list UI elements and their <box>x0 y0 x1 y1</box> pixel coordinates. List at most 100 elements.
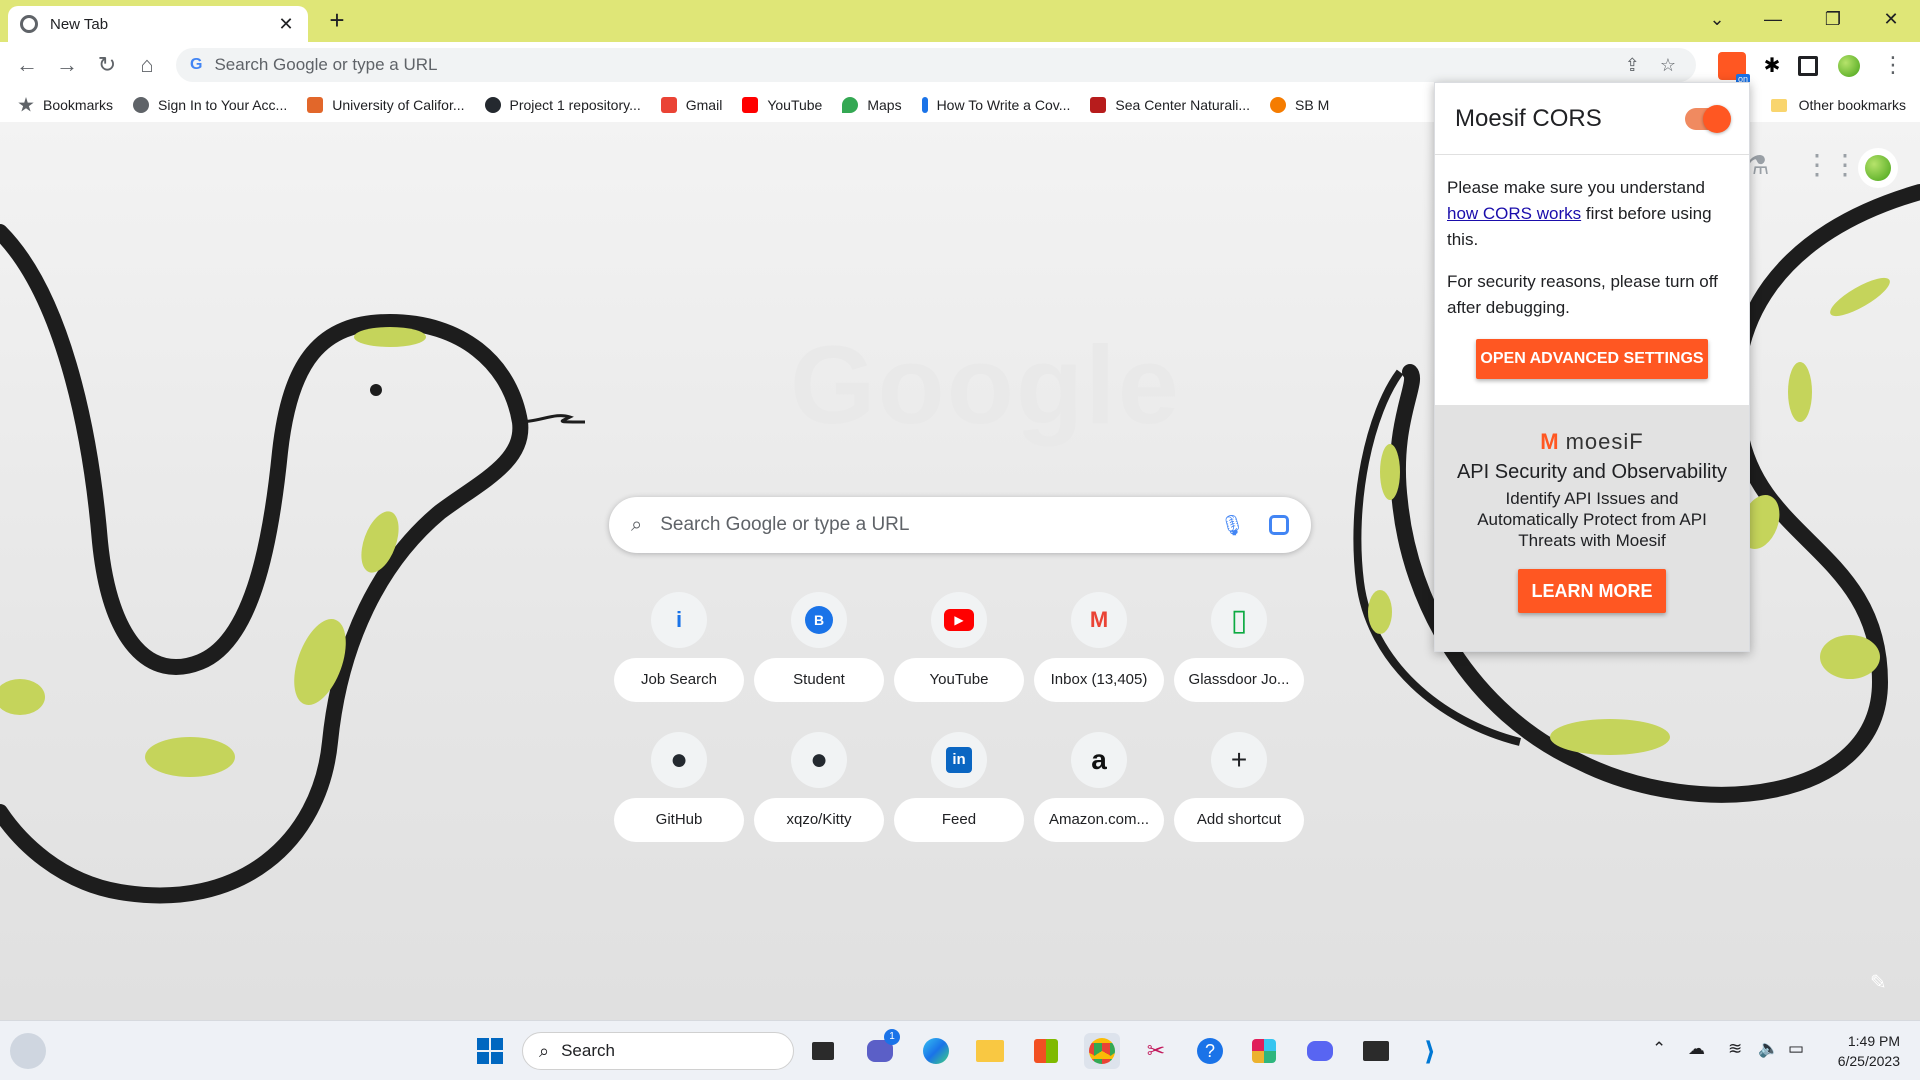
account-avatar[interactable] <box>1858 148 1898 188</box>
shortcut-tile[interactable]: in Feed <box>894 732 1024 852</box>
terminal-icon[interactable] <box>1358 1033 1394 1069</box>
amazon-icon: a <box>1071 732 1127 788</box>
toggle-knob <box>1703 104 1731 133</box>
windows-taskbar: ⌕ Search 1 ✂ ? ⟩ ⌃ ☁ ≋ 🔈 ▭ 1:49 PM 6/25/… <box>0 1020 1920 1080</box>
folder-icon <box>1770 98 1787 112</box>
bookmark-item[interactable]: Project 1 repository... <box>484 97 641 113</box>
chrome-icon <box>20 15 38 33</box>
bookmark-item[interactable]: SB M <box>1270 97 1329 113</box>
taskbar-search[interactable]: ⌕ Search <box>522 1032 794 1070</box>
popup-body: Please make sure you understand how CORS… <box>1435 155 1749 379</box>
shortcut-label: Glassdoor Jo... <box>1174 658 1304 702</box>
customize-pencil-icon[interactable]: ✎ <box>1870 970 1887 995</box>
bookmark-item[interactable]: Sign In to Your Acc... <box>133 97 287 113</box>
bookmark-label: How To Write a Cov... <box>936 97 1071 113</box>
new-tab-button[interactable]: + <box>322 6 352 36</box>
promo-title: API Security and Observability <box>1456 461 1728 483</box>
reload-button[interactable]: ↻ <box>92 50 122 80</box>
bookmark-item[interactable]: YouTube <box>742 97 822 113</box>
moesif-brand: moesiF <box>1565 429 1644 454</box>
google-apps-icon[interactable]: ⋮⋮ <box>1803 148 1859 181</box>
learn-more-button[interactable]: LEARN MORE <box>1518 569 1666 613</box>
chrome-menu-button[interactable]: ⋮ <box>1878 50 1908 80</box>
profile-avatar[interactable] <box>1838 55 1860 77</box>
moesif-logo: MmoesiF <box>1435 429 1749 455</box>
windows-start-icon[interactable] <box>472 1033 508 1069</box>
bookmark-item[interactable]: Bookmarks <box>18 97 113 113</box>
shortcut-tile[interactable]: i Job Search <box>614 592 744 712</box>
shortcut-tile[interactable]: ▶ YouTube <box>894 592 1024 712</box>
tab-new-tab[interactable]: New Tab ✕ <box>8 6 308 42</box>
help-icon[interactable]: ? <box>1192 1033 1228 1069</box>
side-panel-icon[interactable] <box>1798 56 1818 76</box>
open-advanced-settings-button[interactable]: OPEN ADVANCED SETTINGS <box>1476 339 1708 379</box>
bookmark-item[interactable]: How To Write a Cov... <box>921 97 1071 113</box>
home-button[interactable]: ⌂ <box>132 50 162 80</box>
teams-chat-icon[interactable]: 1 <box>862 1029 900 1069</box>
forward-button[interactable]: → <box>52 50 82 80</box>
slack-icon[interactable] <box>1246 1033 1282 1069</box>
minimize-button[interactable]: — <box>1750 4 1796 34</box>
shortcut-tile[interactable]: ▯ Glassdoor Jo... <box>1174 592 1304 712</box>
bookmark-label: Project 1 repository... <box>509 97 641 113</box>
onedrive-cloud-icon[interactable]: ☁ <box>1688 1039 1705 1059</box>
share-icon[interactable]: ⇪ <box>1625 55 1640 76</box>
back-button[interactable]: ← <box>12 50 42 80</box>
edge-icon[interactable] <box>918 1033 954 1069</box>
star-icon <box>18 97 34 112</box>
lifebuoy-icon <box>1270 97 1287 113</box>
restore-button[interactable]: ❐ <box>1810 4 1856 34</box>
bookmark-item[interactable]: Maps <box>842 97 902 113</box>
shortcut-tile[interactable]: ● GitHub <box>614 732 744 852</box>
volume-icon[interactable]: 🔈 <box>1758 1039 1779 1059</box>
linkedin-icon: in <box>931 732 987 788</box>
task-view-icon[interactable] <box>805 1033 841 1069</box>
cors-toggle[interactable] <box>1685 104 1731 133</box>
popup-header: Moesif CORS <box>1435 83 1749 155</box>
voice-search-icon[interactable]: 🎙 <box>1220 513 1245 538</box>
close-window-button[interactable]: ✕ <box>1868 4 1914 34</box>
globe-icon <box>133 97 150 113</box>
add-shortcut-tile[interactable]: + Add shortcut <box>1174 732 1304 852</box>
bookmark-item[interactable]: University of Califor... <box>307 97 465 113</box>
address-bar[interactable]: G Search Google or type a URL ⇪ ☆ <box>176 48 1696 82</box>
widgets-icon[interactable] <box>10 1033 46 1069</box>
lens-search-icon[interactable] <box>1269 515 1289 535</box>
bookmark-item[interactable]: Gmail <box>660 97 722 113</box>
system-clock[interactable]: 1:49 PM 6/25/2023 <box>1838 1031 1900 1071</box>
gmail-icon <box>660 97 677 113</box>
wifi-icon[interactable]: ≋ <box>1728 1039 1742 1059</box>
discord-icon[interactable] <box>1302 1033 1338 1069</box>
file-explorer-icon[interactable] <box>972 1033 1008 1069</box>
bookmark-label: SB M <box>1295 97 1330 113</box>
bookmark-star-icon[interactable]: ☆ <box>1660 55 1676 76</box>
show-hidden-icons[interactable]: ⌃ <box>1652 1039 1666 1059</box>
tab-search-icon[interactable]: ⌄ <box>1694 4 1740 34</box>
snipping-tool-icon[interactable]: ✂ <box>1138 1033 1174 1069</box>
chat-badge: 1 <box>884 1029 900 1045</box>
shortcut-tile[interactable]: a Amazon.com... <box>1034 732 1164 852</box>
shortcut-tile[interactable]: B Student <box>754 592 884 712</box>
shortcut-tile[interactable]: ● xqzo/Kitty <box>754 732 884 852</box>
tab-title: New Tab <box>50 15 109 33</box>
youtube-icon: ▶ <box>931 592 987 648</box>
shortcut-label: Student <box>754 658 884 702</box>
close-tab-icon[interactable]: ✕ <box>276 14 296 35</box>
extensions-puzzle-icon[interactable]: ✱ <box>1758 52 1786 80</box>
clock-date: 6/25/2023 <box>1837 1053 1900 1069</box>
chrome-taskbar-icon[interactable] <box>1084 1033 1120 1069</box>
how-cors-works-link[interactable]: how CORS works <box>1447 204 1581 223</box>
ntp-search-box[interactable]: ⌕ Search Google or type a URL 🎙 <box>609 497 1311 553</box>
warning-text-start: Please make sure you understand <box>1447 178 1705 197</box>
moesif-cors-popup: Moesif CORS Please make sure you underst… <box>1434 82 1750 652</box>
vscode-icon[interactable]: ⟩ <box>1412 1033 1448 1069</box>
shortcut-tile[interactable]: M Inbox (13,405) <box>1034 592 1164 712</box>
search-icon: ⌕ <box>631 513 643 536</box>
other-bookmarks[interactable]: Other bookmarks <box>1770 88 1906 122</box>
bookmark-item[interactable]: Sea Center Naturali... <box>1090 97 1250 113</box>
battery-icon[interactable]: ▭ <box>1788 1039 1804 1059</box>
google-icon: G <box>190 56 203 73</box>
github-icon <box>484 97 501 113</box>
moesif-extension-icon[interactable]: on <box>1718 52 1750 84</box>
microsoft-store-icon[interactable] <box>1028 1033 1064 1069</box>
